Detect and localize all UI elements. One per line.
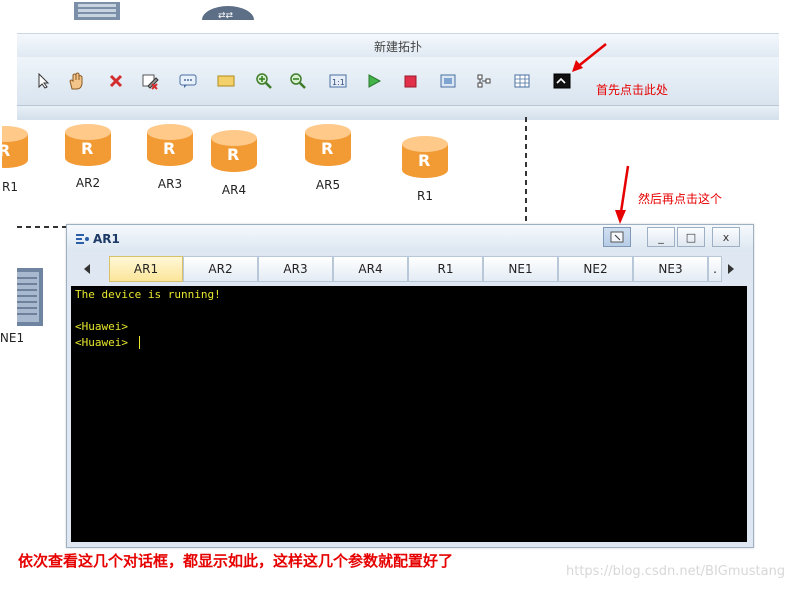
terminal-window[interactable]: AR1 _ □ x AR1 AR2 AR3 AR4 R1 NE1 NE2 NE3… bbox=[66, 224, 754, 548]
stop-icon[interactable] bbox=[401, 72, 419, 90]
terminal-tabs: AR1 AR2 AR3 AR4 R1 NE1 NE2 NE3 . bbox=[97, 256, 741, 282]
router-icon[interactable]: R bbox=[304, 124, 352, 168]
palette-router-icon[interactable]: ⇄⇄ bbox=[200, 0, 256, 34]
router-icon[interactable]: R bbox=[401, 136, 449, 180]
select-tool-icon[interactable] bbox=[35, 72, 53, 90]
annotation-arrow-2 bbox=[615, 165, 630, 224]
topology-icon[interactable] bbox=[475, 72, 493, 90]
svg-text:R: R bbox=[2, 141, 10, 160]
device-label: AR4 bbox=[221, 183, 247, 197]
terminal-app-icon bbox=[74, 231, 90, 250]
maximize-button[interactable]: □ bbox=[677, 227, 705, 247]
svg-text:R: R bbox=[418, 151, 430, 170]
tab-ar3[interactable]: AR3 bbox=[258, 256, 333, 282]
text-note-icon[interactable] bbox=[179, 72, 197, 90]
tab-ar4[interactable]: AR4 bbox=[333, 256, 408, 282]
fit-view-icon[interactable]: 1:1 bbox=[329, 72, 347, 90]
delete-icon[interactable] bbox=[107, 72, 125, 90]
zoom-in-icon[interactable] bbox=[255, 72, 273, 90]
annotation-text-1: 首先点击此处 bbox=[596, 83, 669, 97]
console-line: <Huawei> bbox=[75, 336, 128, 349]
capture-icon[interactable] bbox=[439, 72, 457, 90]
app-title: 新建拓扑 bbox=[373, 40, 422, 54]
device-label: AR5 bbox=[315, 178, 341, 192]
cli-icon[interactable] bbox=[553, 72, 571, 90]
switch-icon[interactable] bbox=[7, 268, 43, 326]
eraser-icon[interactable] bbox=[141, 72, 159, 90]
annotation-arrow-1 bbox=[572, 43, 607, 72]
grid-icon[interactable] bbox=[513, 72, 531, 90]
tab-ne1[interactable]: NE1 bbox=[483, 256, 558, 282]
device-label: AR2 bbox=[75, 176, 101, 190]
start-icon[interactable] bbox=[365, 72, 383, 90]
minimize-button[interactable]: _ bbox=[647, 227, 675, 247]
svg-text:⇄⇄: ⇄⇄ bbox=[218, 11, 234, 20]
caption: 依次查看这几个对话框，都显示如此，这样这几个参数就配置好了 bbox=[18, 552, 454, 570]
tab-ne3[interactable]: NE3 bbox=[633, 256, 708, 282]
dashed-link-horizontal bbox=[17, 226, 67, 228]
router-icon[interactable]: R bbox=[0, 126, 32, 170]
svg-text:1:1: 1:1 bbox=[332, 78, 345, 87]
tab-r1[interactable]: R1 bbox=[408, 256, 483, 282]
console-line: <Huawei> bbox=[75, 320, 128, 333]
watermark: https://blog.csdn.net/BIGmustang bbox=[566, 564, 786, 579]
console-line: The device is running! bbox=[75, 288, 221, 301]
svg-text:R: R bbox=[163, 139, 175, 158]
tab-scroll-right-icon[interactable] bbox=[721, 259, 741, 279]
toolbar-divider bbox=[17, 106, 779, 121]
device-label: AR3 bbox=[157, 177, 183, 191]
tab-overflow[interactable]: . bbox=[708, 256, 722, 282]
terminal-title-bar[interactable]: AR1 _ □ x bbox=[67, 225, 753, 251]
terminal-console[interactable]: The device is running! <Huawei> <Huawei> bbox=[71, 286, 747, 542]
text-cursor bbox=[139, 336, 140, 349]
terminal-title: AR1 bbox=[93, 232, 120, 246]
restore-icon bbox=[610, 231, 624, 243]
close-button[interactable]: x bbox=[712, 227, 740, 247]
tab-scroll-left-icon[interactable] bbox=[77, 259, 97, 279]
tab-ne2[interactable]: NE2 bbox=[558, 256, 633, 282]
zoom-out-icon[interactable] bbox=[289, 72, 307, 90]
device-label: R1 bbox=[2, 180, 18, 194]
hand-icon[interactable] bbox=[67, 72, 85, 90]
svg-text:R: R bbox=[227, 145, 239, 164]
device-label: NE1 bbox=[0, 331, 25, 345]
rectangle-icon[interactable] bbox=[217, 72, 235, 90]
router-icon[interactable]: R bbox=[64, 124, 112, 168]
app-title-bar: 新建拓扑 bbox=[17, 33, 779, 58]
dashed-link-vertical bbox=[525, 117, 527, 227]
device-label: R1 bbox=[417, 189, 433, 203]
restore-button[interactable] bbox=[603, 227, 631, 247]
tab-ar1[interactable]: AR1 bbox=[109, 256, 183, 282]
annotation-text-2: 然后再点击这个 bbox=[638, 192, 723, 206]
router-icon[interactable]: R bbox=[210, 130, 258, 174]
tab-ar2[interactable]: AR2 bbox=[183, 256, 258, 282]
svg-text:R: R bbox=[81, 139, 93, 158]
router-icon[interactable]: R bbox=[146, 124, 194, 168]
svg-text:R: R bbox=[321, 139, 333, 158]
palette-switch-icon[interactable] bbox=[72, 0, 122, 20]
